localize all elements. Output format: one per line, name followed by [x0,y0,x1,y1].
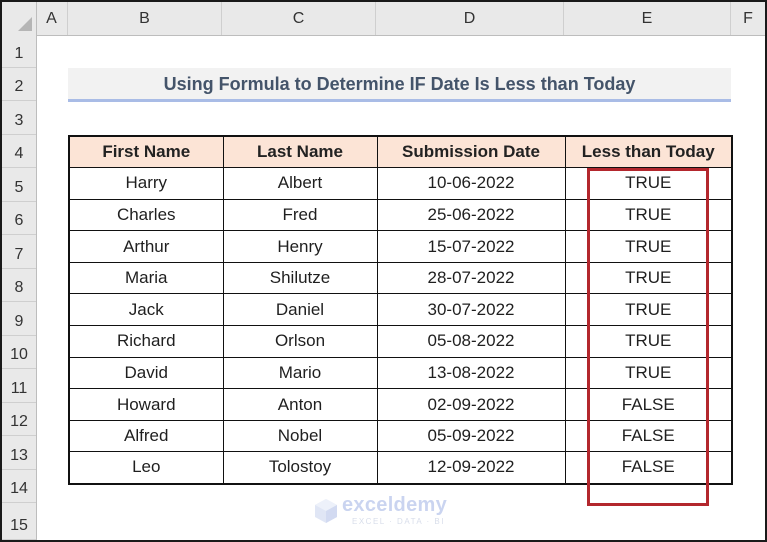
table-row: Richard Orlson 05-08-2022 TRUE [68,325,733,358]
row-header-15[interactable]: 15 [2,503,36,540]
data-table: First Name Last Name Submission Date Les… [68,135,733,485]
table-row: Howard Anton 02-09-2022 FALSE [68,388,733,421]
last-name-cell[interactable]: Tolostoy [222,451,378,485]
last-name-cell[interactable]: Nobel [222,419,378,453]
header-submission-date[interactable]: Submission Date [376,135,566,169]
last-name-cell[interactable]: Henry [222,230,378,263]
table-row: Arthur Henry 15-07-2022 TRUE [68,230,733,263]
watermark-name: exceldemy [342,494,447,516]
row-header-2[interactable]: 2 [2,68,36,101]
row-header-8[interactable]: 8 [2,269,36,302]
less-than-today-cell[interactable]: TRUE [564,356,733,390]
submission-date-cell[interactable]: 05-09-2022 [376,419,566,453]
row-header-5[interactable]: 5 [2,168,36,202]
submission-date-cell[interactable]: 30-07-2022 [376,293,566,327]
column-header-d[interactable]: D [376,2,564,35]
less-than-today-cell[interactable]: TRUE [564,293,733,327]
submission-date-cell[interactable]: 05-08-2022 [376,325,566,358]
column-header-b[interactable]: B [68,2,222,35]
last-name-cell[interactable]: Shilutze [222,261,378,295]
select-all-triangle-icon [18,17,32,31]
first-name-cell[interactable]: Richard [68,325,224,358]
row-header-bar: 1 2 3 4 5 6 7 8 9 10 11 12 13 14 15 [2,35,37,540]
last-name-cell[interactable]: Fred [222,198,378,232]
less-than-today-cell[interactable]: TRUE [564,261,733,295]
last-name-cell[interactable]: Daniel [222,293,378,327]
first-name-cell[interactable]: Arthur [68,230,224,263]
first-name-cell[interactable]: Jack [68,293,224,327]
row-header-12[interactable]: 12 [2,403,36,436]
column-header-e[interactable]: E [564,2,731,35]
last-name-cell[interactable]: Albert [222,167,378,200]
header-less-than-today[interactable]: Less than Today [564,135,733,169]
less-than-today-cell[interactable]: FALSE [564,451,733,485]
table-row: David Mario 13-08-2022 TRUE [68,356,733,390]
first-name-cell[interactable]: Maria [68,261,224,295]
column-header-f[interactable]: F [731,2,765,35]
less-than-today-cell[interactable]: TRUE [564,167,733,200]
submission-date-cell[interactable]: 13-08-2022 [376,356,566,390]
submission-date-cell[interactable]: 28-07-2022 [376,261,566,295]
submission-date-cell[interactable]: 15-07-2022 [376,230,566,263]
column-header-c[interactable]: C [222,2,376,35]
less-than-today-cell[interactable]: FALSE [564,419,733,453]
sheet-title[interactable]: Using Formula to Determine IF Date Is Le… [68,68,731,102]
table-row: Maria Shilutze 28-07-2022 TRUE [68,261,733,295]
row-header-14[interactable]: 14 [2,470,36,503]
submission-date-cell[interactable]: 25-06-2022 [376,198,566,232]
less-than-today-cell[interactable]: FALSE [564,388,733,421]
watermark-tagline: EXCEL · DATA · BI [352,517,445,526]
first-name-cell[interactable]: Charles [68,198,224,232]
row-header-4[interactable]: 4 [2,135,36,168]
less-than-today-cell[interactable]: TRUE [564,230,733,263]
last-name-cell[interactable]: Orlson [222,325,378,358]
row-header-10[interactable]: 10 [2,336,36,369]
spreadsheet-window: A B C D E F 1 2 3 4 5 6 7 8 9 10 11 12 13 14 15 Using … [0,0,767,542]
first-name-cell[interactable]: David [68,356,224,390]
row-header-9[interactable]: 9 [2,302,36,336]
less-than-today-cell[interactable]: TRUE [564,325,733,358]
exceldemy-logo-icon [315,499,337,523]
first-name-cell[interactable]: Leo [68,451,224,485]
watermark: exceldemy EXCEL · DATA · BI [314,494,464,532]
row-header-7[interactable]: 7 [2,235,36,269]
submission-date-cell[interactable]: 12-09-2022 [376,451,566,485]
row-header-13[interactable]: 13 [2,436,36,470]
row-header-3[interactable]: 3 [2,101,36,135]
header-first-name[interactable]: First Name [68,135,224,169]
table-row: Charles Fred 25-06-2022 TRUE [68,198,733,232]
select-all-button[interactable] [2,2,37,35]
row-header-1[interactable]: 1 [2,35,36,68]
last-name-cell[interactable]: Mario [222,356,378,390]
first-name-cell[interactable]: Harry [68,167,224,200]
header-last-name[interactable]: Last Name [222,135,378,169]
last-name-cell[interactable]: Anton [222,388,378,421]
less-than-today-cell[interactable]: TRUE [564,198,733,232]
row-header-11[interactable]: 11 [2,369,36,403]
column-header-a[interactable]: A [36,2,68,35]
table-row: Jack Daniel 30-07-2022 TRUE [68,293,733,327]
submission-date-cell[interactable]: 02-09-2022 [376,388,566,421]
column-header-bar: A B C D E F [2,2,765,36]
first-name-cell[interactable]: Howard [68,388,224,421]
table-row: Leo Tolostoy 12-09-2022 FALSE [68,451,733,485]
first-name-cell[interactable]: Alfred [68,419,224,453]
table-row: Harry Albert 10-06-2022 TRUE [68,167,733,200]
row-header-6[interactable]: 6 [2,202,36,235]
table-row: Alfred Nobel 05-09-2022 FALSE [68,419,733,453]
table-header-row: First Name Last Name Submission Date Les… [68,135,733,169]
submission-date-cell[interactable]: 10-06-2022 [376,167,566,200]
